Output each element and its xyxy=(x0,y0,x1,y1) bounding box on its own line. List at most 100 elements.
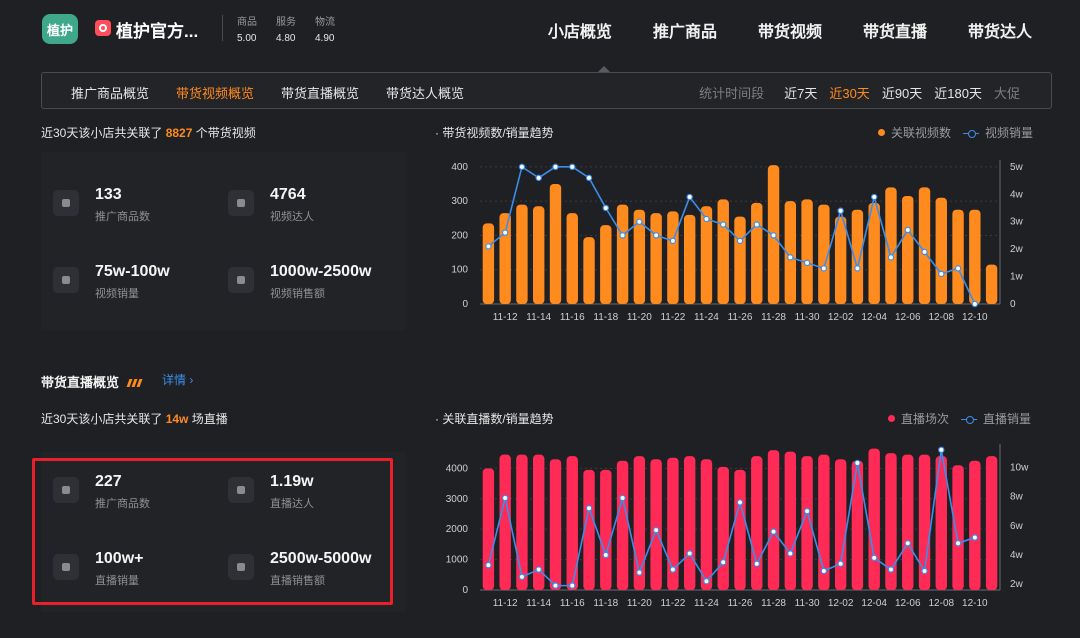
nav-sales-live[interactable]: 带货直播 xyxy=(863,18,927,42)
line-point xyxy=(787,550,794,557)
x-tick-label: 12-08 xyxy=(929,312,955,323)
live-detail-link[interactable]: 详情 › xyxy=(162,371,193,388)
line-point xyxy=(602,551,610,559)
x-tick-label: 12-08 xyxy=(929,598,955,609)
x-tick-label: 11-12 xyxy=(493,312,518,323)
bar xyxy=(566,213,578,304)
stat-value: 4764 xyxy=(270,186,306,203)
main-nav: 小店概览 推广商品 带货视频 带货直播 带货达人 xyxy=(548,18,1032,42)
legend-line-label[interactable]: 直播销量 xyxy=(983,410,1031,427)
legend-line-swatch xyxy=(963,129,980,138)
x-tick-label: 12-06 xyxy=(895,312,921,323)
chart-icon xyxy=(53,267,79,293)
line-point xyxy=(971,300,979,308)
period-30d[interactable]: 近30天 xyxy=(829,83,869,102)
tab-live-overview[interactable]: 带货直播概览 xyxy=(281,83,359,102)
nav-sales-videos[interactable]: 带货视频 xyxy=(758,18,822,42)
period-7d[interactable]: 近7天 xyxy=(784,83,817,102)
y-left-tick-label: 100 xyxy=(451,265,468,276)
bar xyxy=(902,454,914,590)
line-point xyxy=(870,193,878,201)
legend-bar-label[interactable]: 直播场次 xyxy=(901,410,949,427)
score-value: 4.80 xyxy=(276,33,296,44)
x-tick-label: 12-06 xyxy=(895,598,921,609)
y-right-tick-label: 2w xyxy=(1010,244,1024,255)
x-tick-label: 11-22 xyxy=(660,598,685,609)
y-right-tick-label: 6w xyxy=(1010,521,1024,532)
bar xyxy=(516,454,528,590)
x-tick-label: 12-02 xyxy=(828,312,854,323)
x-tick-label: 12-02 xyxy=(828,598,854,609)
nav-sales-creators[interactable]: 带货达人 xyxy=(968,18,1032,42)
x-tick-label: 11-18 xyxy=(593,598,618,609)
stat-label: 推广商品数 xyxy=(95,211,150,223)
top-header: 植护 植护官方... 商品 5.00 服务 4.80 物流 4.90 小店概览 … xyxy=(0,0,1080,56)
bar xyxy=(650,213,662,304)
period-selector: 统计时间段 近7天 近30天 近90天 近180天 大促 xyxy=(699,83,1020,102)
y-left-tick-label: 1000 xyxy=(446,555,469,566)
y-right-tick-label: 8w xyxy=(1010,492,1024,503)
bar xyxy=(784,451,797,590)
tab-product-overview[interactable]: 推广商品概览 xyxy=(71,83,149,102)
y-left-tick-label: 200 xyxy=(451,230,468,241)
bar xyxy=(600,225,612,304)
bar xyxy=(583,237,595,304)
x-tick-label: 11-14 xyxy=(526,598,551,609)
x-tick-label: 11-14 xyxy=(526,312,551,323)
bar xyxy=(969,209,981,304)
tab-creator-overview[interactable]: 带货达人概览 xyxy=(386,83,464,102)
line-point xyxy=(887,254,895,261)
x-tick-label: 11-30 xyxy=(795,312,820,323)
line-point xyxy=(904,540,911,547)
legend-bar-swatch xyxy=(878,129,885,136)
line-point xyxy=(636,218,643,225)
line-point xyxy=(585,174,593,182)
line-point xyxy=(820,567,828,575)
x-tick-label: 11-26 xyxy=(728,598,753,609)
bar xyxy=(902,196,914,304)
stat-video-sales: 75w-100w 视频销量 xyxy=(53,263,213,313)
score-product: 商品 5.00 xyxy=(237,13,257,44)
score-value: 4.90 xyxy=(315,33,335,44)
store-name[interactable]: 植护官方... xyxy=(116,17,198,42)
score-service: 服务 4.80 xyxy=(276,13,296,44)
brand-logo-text: 植护 xyxy=(46,22,73,38)
section-decoration xyxy=(126,374,146,387)
x-tick-label: 11-18 xyxy=(593,312,618,323)
line-point xyxy=(971,534,979,541)
x-tick-label: 11-28 xyxy=(761,312,786,323)
live-section-title: 带货直播概览 xyxy=(41,375,120,390)
legend-bar-label[interactable]: 关联视频数 xyxy=(891,124,951,141)
line-point xyxy=(585,505,593,512)
nav-promoted-products[interactable]: 推广商品 xyxy=(653,18,717,42)
video-count: 8827 xyxy=(165,126,193,140)
video-chart-title: · 带货视频数/销量趋势 xyxy=(435,126,554,140)
live-chart-legend: 直播场次 直播销量 xyxy=(888,410,1031,427)
line-point xyxy=(703,215,710,223)
stat-value: 75w-100w xyxy=(95,263,170,280)
period-90d[interactable]: 近90天 xyxy=(882,83,922,102)
bar xyxy=(717,466,729,590)
line-point xyxy=(954,265,962,272)
line-point xyxy=(803,259,811,267)
period-180d[interactable]: 近180天 xyxy=(934,83,982,102)
bar xyxy=(767,450,780,590)
tab-video-overview[interactable]: 带货视频概览 xyxy=(176,83,254,102)
line-point xyxy=(552,163,559,171)
line-point xyxy=(921,567,928,575)
stat-video-creators: 4764 视频达人 xyxy=(228,186,388,236)
period-label: 统计时间段 xyxy=(699,86,765,101)
line-point xyxy=(619,232,626,239)
period-promo[interactable]: 大促 xyxy=(994,83,1020,102)
line-point xyxy=(870,554,878,562)
live-count: 14w xyxy=(165,412,189,426)
y-right-tick-label: 0 xyxy=(1010,299,1016,310)
line-point xyxy=(753,560,760,567)
brand-logo[interactable]: 植护 xyxy=(42,14,78,44)
stat-promoted-products: 133 推广商品数 xyxy=(53,186,213,236)
legend-line-label[interactable]: 视频销量 xyxy=(985,124,1033,141)
nav-store-overview[interactable]: 小店概览 xyxy=(548,18,612,42)
summary-prefix: 近30天该小店共关联了 xyxy=(41,126,163,140)
line-point xyxy=(820,265,828,272)
x-tick-label: 11-26 xyxy=(728,312,753,323)
